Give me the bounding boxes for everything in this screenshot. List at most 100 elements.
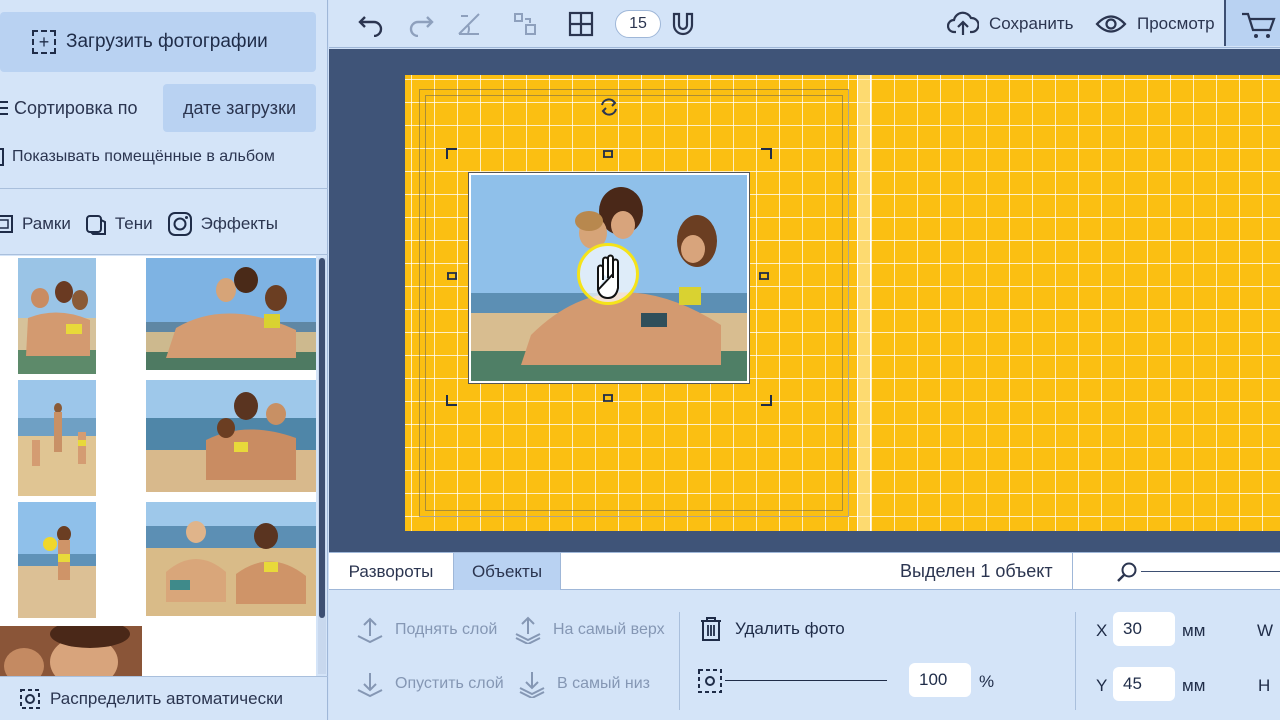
snap-magnet-button[interactable]	[669, 10, 697, 38]
auto-distribute-icon	[20, 688, 40, 709]
bring-to-front-button[interactable]: На самый верх	[513, 616, 665, 644]
album-spread[interactable]	[405, 75, 1280, 531]
resize-handle-top-right[interactable]	[759, 147, 773, 161]
arrange-button[interactable]	[511, 10, 539, 38]
upload-photos-label: Загрузить фотографии	[66, 31, 268, 52]
drag-hand-cursor	[577, 243, 639, 305]
divider	[679, 612, 680, 710]
divider	[1072, 553, 1073, 590]
y-position-input[interactable]: 45	[1113, 667, 1175, 701]
resize-handle-left[interactable]	[445, 269, 459, 283]
bottom-tab-bar: Развороты Объекты Выделен 1 объект	[329, 552, 1280, 590]
editor-canvas[interactable]	[329, 49, 1280, 552]
resize-handle-right[interactable]	[757, 269, 771, 283]
photo-thumbnail[interactable]	[18, 380, 96, 496]
sort-row: Сортировка по дате загрузки	[0, 84, 328, 132]
save-button[interactable]: Сохранить	[947, 0, 1073, 48]
layer-down-icon	[357, 673, 383, 698]
tab-frames-label: Рамки	[22, 214, 71, 233]
grid-toggle-button[interactable]	[567, 10, 595, 38]
layer-top-icon	[515, 616, 541, 644]
show-in-album-toggle[interactable]: Показывать помещённые в альбом	[0, 148, 275, 166]
divider	[1075, 612, 1076, 710]
top-toolbar: 15 Сохранить Просмотр	[329, 0, 1280, 48]
y-label: Y	[1096, 676, 1108, 695]
opacity-slider[interactable]	[725, 680, 887, 681]
scrollbar-thumb[interactable]	[319, 258, 325, 618]
effects-icon	[167, 212, 192, 236]
magnet-icon	[672, 12, 694, 36]
crop-tool-button[interactable]	[455, 10, 483, 38]
cart-icon	[1242, 12, 1276, 38]
w-label: W	[1257, 621, 1274, 640]
checkbox-icon[interactable]	[0, 148, 4, 166]
divider	[0, 254, 328, 255]
delete-photo-button[interactable]: Удалить фото	[699, 616, 845, 642]
undo-icon	[358, 16, 383, 37]
redo-button[interactable]	[407, 10, 435, 38]
x-unit: мм	[1182, 621, 1206, 640]
selection-status: Выделен 1 объект	[900, 561, 1053, 581]
photo-thumbnail[interactable]	[146, 380, 316, 492]
resize-handle-bottom-right[interactable]	[759, 393, 773, 407]
sort-by-date-button[interactable]: дате загрузки	[163, 84, 316, 132]
zoom-button[interactable]	[1115, 561, 1139, 590]
photo-thumbnail[interactable]	[146, 502, 316, 616]
sort-label: Сортировка по	[0, 98, 138, 119]
lower-layer-label: Опустить слой	[395, 675, 504, 692]
tab-effects[interactable]: Эффекты	[167, 211, 278, 237]
x-label: X	[1096, 621, 1108, 640]
opacity-input[interactable]: 100	[909, 663, 971, 697]
shadow-icon	[85, 215, 106, 235]
tab-shadows-label: Тени	[114, 214, 153, 233]
send-to-back-button[interactable]: В самый низ	[517, 670, 650, 698]
redo-icon	[409, 16, 434, 37]
preview-button[interactable]: Просмотр	[1095, 0, 1215, 48]
y-unit: мм	[1182, 676, 1206, 695]
eye-icon	[1095, 15, 1127, 33]
object-properties-panel: Поднять слой На самый верх Опустить слой…	[329, 590, 1280, 720]
frame-icon	[0, 215, 13, 233]
spread-spine	[857, 75, 871, 531]
resize-handle-top[interactable]	[601, 147, 615, 161]
photos-panel: + Загрузить фотографии Сортировка по дат…	[0, 0, 328, 720]
rotate-handle[interactable]	[597, 95, 621, 124]
auto-distribute-button[interactable]: Распределить автоматически	[0, 676, 328, 720]
tab-shadows[interactable]: Тени	[85, 213, 153, 235]
opacity-icon	[697, 668, 723, 699]
x-position-input[interactable]: 30	[1113, 612, 1175, 646]
raise-layer-button[interactable]: Поднять слой	[355, 616, 497, 644]
tab-spreads[interactable]: Развороты	[329, 553, 453, 590]
sort-label-text: Сортировка по	[14, 97, 138, 118]
layer-bottom-icon	[519, 672, 545, 698]
h-label: H	[1258, 676, 1271, 695]
cloud-upload-icon	[947, 11, 979, 35]
divider	[0, 188, 328, 189]
lower-layer-button[interactable]: Опустить слой	[355, 670, 504, 698]
photo-thumbnail[interactable]	[0, 626, 142, 676]
resize-handle-bottom-left[interactable]	[445, 393, 459, 407]
decor-tabs: Рамки Тени Эффекты	[0, 206, 292, 242]
upload-photos-button[interactable]: + Загрузить фотографии	[0, 12, 316, 72]
photo-thumbnail[interactable]	[146, 258, 316, 370]
grid-size-input[interactable]: 15	[615, 10, 661, 38]
opacity-unit: %	[979, 672, 995, 691]
arrange-icon	[514, 13, 536, 35]
resize-handle-top-left[interactable]	[445, 147, 459, 161]
undo-button[interactable]	[357, 10, 385, 38]
tab-objects[interactable]: Объекты	[453, 553, 561, 590]
photo-thumbnail[interactable]	[18, 502, 96, 618]
hand-cursor-icon	[596, 254, 619, 300]
tab-frames[interactable]: Рамки	[0, 214, 71, 234]
zoom-slider[interactable]	[1141, 571, 1280, 572]
cart-button[interactable]	[1226, 0, 1280, 46]
rotate-icon	[601, 98, 617, 116]
trash-icon	[701, 617, 721, 641]
send-to-back-label: В самый низ	[557, 675, 651, 692]
gallery-scrollbar[interactable]	[318, 258, 326, 674]
zoom-icon	[1117, 562, 1137, 582]
save-label: Сохранить	[989, 14, 1074, 33]
photo-thumbnail[interactable]	[18, 258, 96, 374]
sort-icon	[0, 101, 8, 115]
resize-handle-bottom[interactable]	[601, 391, 615, 405]
